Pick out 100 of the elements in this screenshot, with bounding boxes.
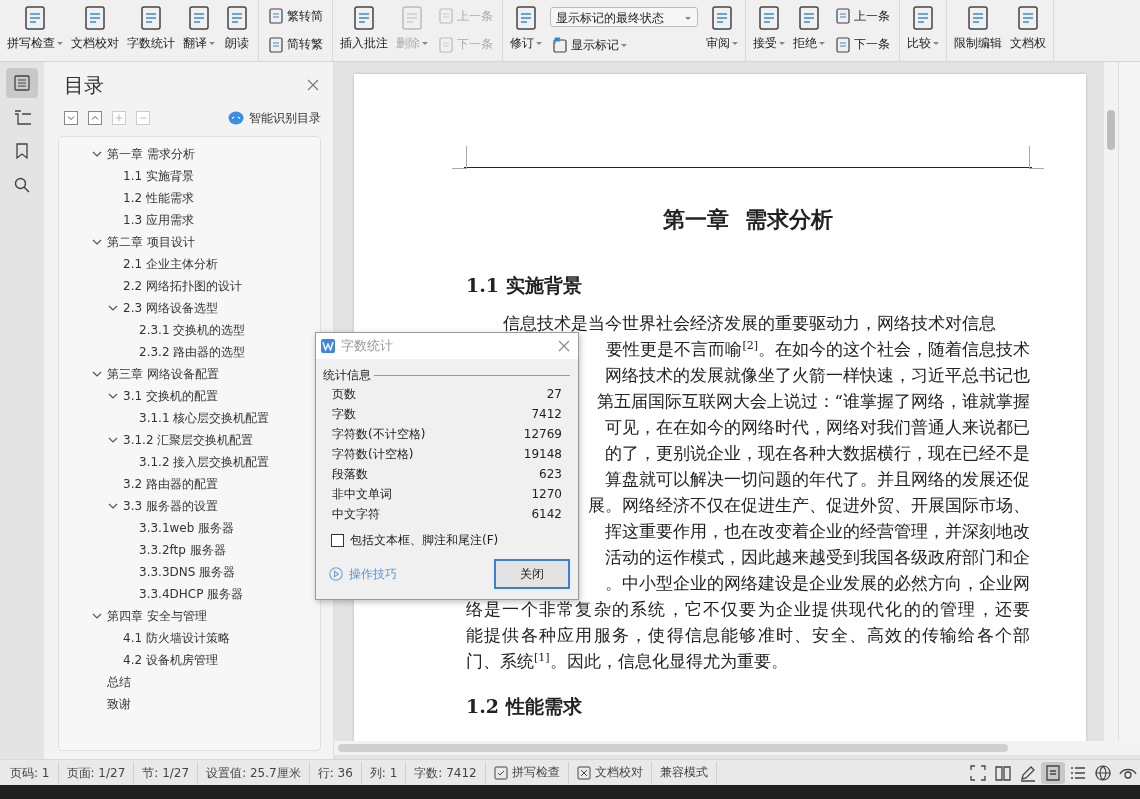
body-text-line: 活动的运作模式，因此越来越受到我国各级政府部门和企 [605, 547, 1030, 569]
toc-item[interactable]: 3.1.2 汇聚层交换机配置 [123, 431, 254, 449]
page-icon [268, 8, 284, 25]
stat-value: 1270 [531, 487, 562, 501]
list-icon [13, 74, 31, 92]
toc-item[interactable]: 3.3.4DHCP 服务器 [139, 585, 244, 603]
body-text-line: 能提供各种应用服务，使得信息能够准时、安全、高效的传输给各个部 [466, 625, 1030, 647]
body-text-line: 的了，更别说企业，现在各种大数据横行，现在已经不是 [605, 443, 1030, 465]
close-button[interactable]: 关闭 [494, 559, 570, 589]
toc-item[interactable]: 1.3 应用需求 [123, 211, 194, 229]
stat-label: 非中文单词 [332, 485, 392, 503]
ribbon-button[interactable]: 字数统计 [124, 0, 178, 61]
view-icon [1094, 763, 1112, 782]
stat-value: 19148 [523, 447, 562, 461]
toc-item[interactable]: 3.1 交换机的配置 [123, 387, 218, 405]
body-text-line: 可见，在在如今的网络时代，网络对我们普通人来说都已 [605, 417, 1030, 439]
nav-tab[interactable] [6, 68, 38, 98]
stat-value: 7412 [531, 407, 562, 421]
toc-item[interactable]: 2.3.2 路由器的选型 [139, 343, 246, 361]
body-text-line: 门、系统$^{[1]}$。因此，信息化显得尤为重要。 [466, 649, 788, 673]
section-label: 统计信息 [323, 367, 371, 384]
toc-item[interactable]: 2.3 网络设备选型 [123, 299, 218, 317]
status-toggle[interactable]: 文档校对 [568, 761, 652, 784]
body-text-line: 信息技术是当今世界社会经济发展的重要驱动力，网络技术对信息 [503, 313, 996, 335]
toc-item[interactable]: 第二章 项目设计 [107, 233, 195, 251]
stat-label: 页数 [332, 385, 356, 403]
toc-item[interactable]: 第一章 需求分析 [107, 145, 195, 163]
ribbon-button[interactable]: 显示标记 [550, 35, 698, 55]
ribbon-button[interactable]: 文档校对 [68, 0, 122, 61]
crop-mark [452, 146, 467, 169]
body-text-line: 第五届国际互联网大会上说过：“谁掌握了网络，谁就掌握 [596, 391, 1030, 413]
smart-toc-button[interactable]: 智能识别目录 [228, 109, 321, 127]
toc-item[interactable]: 2.2 网络拓扑图的设计 [123, 277, 242, 295]
toc-item[interactable]: 4.2 设备机房管理 [123, 651, 218, 669]
vertical-scrollbar[interactable] [1104, 62, 1118, 741]
toc-item[interactable]: 3.2 路由器的配置 [123, 475, 218, 493]
crop-mark [1029, 146, 1044, 169]
markup-dropdown[interactable]: 显示标记的最终状态 [550, 6, 698, 27]
view-mode-button[interactable] [1041, 761, 1065, 784]
toc-item[interactable]: 3.3.2ftp 服务器 [139, 541, 226, 559]
status-toggle[interactable]: 拼写检查 [485, 761, 569, 784]
stat-label: 字数 [332, 405, 356, 423]
status-toggle[interactable]: 兼容模式 [651, 761, 717, 784]
ribbon-button[interactable]: 限制编辑 [951, 0, 1005, 61]
toc-item[interactable]: 3.3 服务器的设置 [123, 497, 218, 515]
expand-all-icon[interactable] [64, 111, 78, 125]
stat-value: 27 [546, 387, 562, 401]
collapse-all-icon[interactable] [88, 111, 102, 125]
ribbon-button[interactable]: 翻译 [180, 0, 218, 61]
ribbon-button[interactable]: 比较 [904, 0, 942, 61]
toc-item[interactable]: 3.1.2 接入层交换机配置 [139, 453, 270, 471]
toc-item[interactable]: 3.1.1 核心层交换机配置 [139, 409, 270, 427]
ribbon-button[interactable]: 拒绝 [790, 0, 828, 61]
horizontal-scrollbar[interactable] [334, 741, 1140, 755]
toc-item[interactable]: 2.3.1 交换机的选型 [139, 321, 246, 339]
check-box-icon [493, 765, 508, 780]
section-heading: 1.1 实施背景 [466, 273, 583, 298]
robot-face-icon [228, 111, 244, 125]
view-icon [994, 763, 1012, 782]
close-icon[interactable] [307, 79, 319, 91]
body-text-line: 展。网络经济不仅在促进生产、促进外贸、开展国际市场、 [588, 495, 1030, 517]
ribbon-button[interactable]: 审阅 [703, 0, 741, 61]
view-icon [969, 763, 987, 782]
ribbon-button[interactable]: 文档权 [1007, 0, 1049, 61]
checkbox-label[interactable]: 包括文本框、脚注和尾注(F) [350, 532, 499, 549]
toc-item[interactable]: 3.3.1web 服务器 [139, 519, 235, 537]
page-icon [835, 36, 851, 53]
stat-label: 字符数(不计空格) [332, 425, 426, 443]
page-icon [268, 36, 284, 53]
ribbon-button[interactable]: 下一条 [833, 35, 892, 55]
ribbon-button[interactable]: 繁转简 [266, 6, 325, 26]
ribbon-button[interactable]: 修订 [507, 0, 545, 61]
toc-item[interactable]: 1.1 实施背景 [123, 167, 194, 185]
ribbon-button[interactable]: 插入批注 [337, 0, 391, 61]
ribbon-button[interactable]: 简转繁 [266, 35, 325, 55]
cross-box-icon [576, 765, 591, 780]
toc-item[interactable]: 致谢 [107, 695, 131, 713]
close-icon[interactable] [558, 340, 570, 352]
view-icon [1044, 763, 1062, 782]
toc-item[interactable]: 4.1 防火墙设计策略 [123, 629, 230, 647]
toc-item[interactable]: 第四章 安全与管理 [107, 607, 207, 625]
stat-label: 段落数 [332, 465, 368, 483]
ribbon-button[interactable]: 朗读 [220, 0, 254, 61]
chapter-title: 第一章 需求分析 [662, 205, 834, 234]
ribbon-button[interactable]: 上一条 [833, 6, 892, 26]
ribbon-button[interactable]: 接受 [750, 0, 788, 61]
stat-label: 字符数(计空格) [332, 445, 414, 463]
stat-value: 12769 [523, 427, 562, 441]
ribbon-button[interactable]: 拼写检查 [4, 0, 66, 61]
status-field: 列: 1 [361, 761, 407, 784]
toc-item[interactable]: 2.1 企业主体分析 [123, 255, 218, 273]
toc-item[interactable]: 总结 [107, 673, 131, 691]
body-text-line: 络是一个非常复杂的系统，它不仅要为企业提供现代化的的管理，还要 [466, 599, 1030, 621]
toc-item[interactable]: 3.3.3DNS 服务器 [139, 563, 236, 581]
toc-item[interactable]: 第三章 网络设备配置 [107, 365, 219, 383]
toc-item[interactable]: 1.2 性能需求 [123, 189, 194, 207]
body-text-line: 要性更是不言而喻$^{[2]}$。在如今的这个社会，随着信息技术 [606, 337, 1030, 361]
checkbox[interactable] [331, 534, 344, 547]
status-field: 字数: 7412 [406, 761, 486, 784]
page-icon [438, 36, 454, 53]
